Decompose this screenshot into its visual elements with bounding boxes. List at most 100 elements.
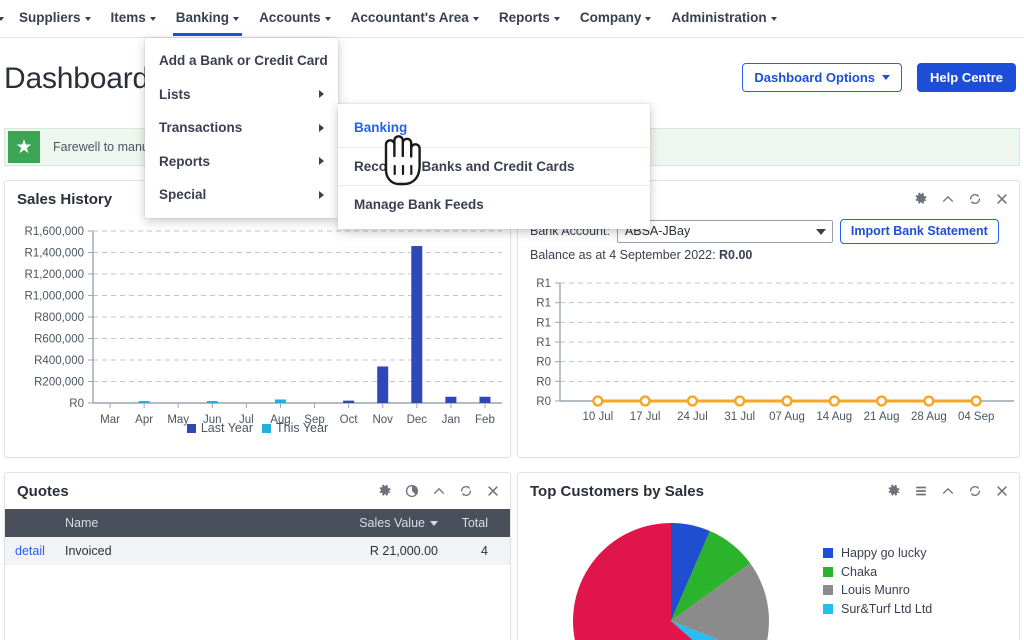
chevron-right-icon <box>319 157 324 166</box>
menu-item-accountants-area[interactable]: Accountant's Area <box>342 2 488 35</box>
widget-actions <box>914 181 1009 217</box>
menu-item-company[interactable]: Company <box>571 2 661 35</box>
legend-item: Happy go lucky <box>823 547 932 560</box>
menu-label: Transactions <box>159 120 243 136</box>
star-icon: ★ <box>8 131 40 163</box>
refresh-icon[interactable] <box>968 484 982 498</box>
menu-item-label: Reports <box>498 10 550 26</box>
chevron-up-icon[interactable] <box>432 484 446 498</box>
refresh-icon[interactable] <box>968 192 982 206</box>
gear-icon[interactable] <box>887 484 901 498</box>
submenu-manage-bank-feeds[interactable]: Manage Bank Feeds <box>338 187 650 223</box>
svg-text:R1,400,000: R1,400,000 <box>25 248 84 260</box>
close-icon[interactable] <box>995 484 1009 498</box>
cell-detail: detail <box>5 537 57 565</box>
svg-text:R1,600,000: R1,600,000 <box>25 226 84 238</box>
legend-item-this-year: This Year <box>262 421 328 435</box>
chevron-up-icon[interactable] <box>941 484 955 498</box>
close-icon[interactable] <box>486 484 500 498</box>
transactions-submenu: Banking Reconcile Banks and Credit Cards… <box>338 104 650 229</box>
chevron-down-icon <box>0 17 4 21</box>
legend-label: Sur&Turf Ltd Ltd <box>841 601 933 616</box>
gear-icon[interactable] <box>378 484 392 498</box>
svg-text:10 Jul: 10 Jul <box>582 411 613 423</box>
gear-icon[interactable] <box>914 192 928 206</box>
menu-item-truncated[interactable] <box>0 7 8 30</box>
col-sales-value[interactable]: Sales Value <box>296 509 446 537</box>
svg-text:R1: R1 <box>536 278 551 290</box>
legend-swatch <box>262 423 271 433</box>
menu-item-banking[interactable]: Banking <box>167 2 248 36</box>
menu-item-reports[interactable]: Reports <box>490 2 569 35</box>
menu-item-administration[interactable]: Administration <box>662 2 785 35</box>
svg-text:R0: R0 <box>536 376 551 388</box>
chevron-right-icon <box>319 190 324 199</box>
menu-item-label: Company <box>579 10 642 26</box>
cell-name: Invoiced <box>57 537 296 565</box>
svg-text:R0: R0 <box>536 357 551 369</box>
legend-swatch <box>823 548 833 559</box>
menu-special[interactable]: Special <box>145 178 338 212</box>
chevron-down-icon <box>149 17 156 21</box>
menu-label: Special <box>159 187 207 203</box>
legend-swatch <box>823 566 833 577</box>
col-sales-value-label: Sales Value <box>359 516 425 530</box>
import-bank-statement-button[interactable]: Import Bank Statement <box>839 218 999 244</box>
svg-text:R0: R0 <box>69 398 84 410</box>
chevron-down-icon <box>645 17 652 21</box>
chevron-down-icon <box>472 17 479 21</box>
menu-item-suppliers[interactable]: Suppliers <box>10 2 100 35</box>
menu-item-label: Accountant's Area <box>350 10 469 26</box>
chevron-right-icon <box>319 123 324 132</box>
dashboard-options-label: Dashboard Options <box>754 70 875 85</box>
svg-text:R400,000: R400,000 <box>34 355 84 367</box>
table-row[interactable]: detail Invoiced R 21,000.00 4 <box>5 537 510 565</box>
chevron-up-icon[interactable] <box>941 192 955 206</box>
chevron-down-icon <box>233 17 240 21</box>
legend-item: Louis Munro <box>823 584 932 597</box>
detail-link[interactable]: detail <box>15 544 45 558</box>
menu-item-label: Items <box>110 10 146 26</box>
chevron-right-icon <box>319 90 324 99</box>
svg-text:24 Jul: 24 Jul <box>677 411 708 423</box>
list-icon[interactable] <box>914 484 928 498</box>
svg-text:28 Aug: 28 Aug <box>911 411 947 423</box>
chevron-down-icon <box>84 17 91 21</box>
widget-title: Quotes <box>17 482 69 500</box>
import-button-label: Import Bank Statement <box>850 224 988 238</box>
menu-reports[interactable]: Reports <box>145 145 338 179</box>
page-title: Dashboard <box>4 62 149 95</box>
menu-lists[interactable]: Lists <box>145 78 338 112</box>
menu-item-accounts[interactable]: Accounts <box>250 2 340 35</box>
widget-title: Top Customers by Sales <box>530 482 704 500</box>
legend-item: Chaka <box>823 565 932 579</box>
menu-label: Add a Bank or Credit Card <box>159 53 328 68</box>
submenu-banking[interactable]: Banking <box>338 110 650 146</box>
menu-divider <box>338 185 650 187</box>
widget-header: Quotes <box>5 473 510 509</box>
menu-add-bank-or-credit-card[interactable]: Add a Bank or Credit Card <box>145 44 338 78</box>
svg-text:31 Jul: 31 Jul <box>724 411 755 423</box>
menu-item-label: Banking <box>175 10 230 26</box>
dashboard-options-button[interactable]: Dashboard Options <box>742 63 902 92</box>
submenu-label: Banking <box>354 120 408 135</box>
menu-transactions[interactable]: Transactions <box>145 111 338 145</box>
close-icon[interactable] <box>995 192 1009 206</box>
col-name: Name <box>57 509 296 537</box>
svg-text:R200,000: R200,000 <box>34 377 84 389</box>
pie-chart-icon[interactable] <box>405 484 419 498</box>
svg-text:R1: R1 <box>536 317 551 329</box>
cell-total: 4 <box>446 537 510 565</box>
submenu-reconcile-banks-and-credit-cards[interactable]: Reconcile Banks and Credit Cards <box>338 149 650 185</box>
svg-text:14 Aug: 14 Aug <box>816 411 852 423</box>
menu-item-label: Administration <box>671 10 767 26</box>
bank-balance-label: Balance as at 4 September 2022: <box>530 248 716 262</box>
menu-item-items[interactable]: Items <box>102 2 165 35</box>
help-centre-button[interactable]: Help Centre <box>917 63 1016 92</box>
main-menu-bar: Suppliers Items Banking Accounts Account… <box>0 0 1024 38</box>
refresh-icon[interactable] <box>459 484 473 498</box>
col-total: Total <box>446 509 510 537</box>
chevron-down-icon <box>882 75 890 80</box>
chevron-down-icon <box>324 17 331 21</box>
legend-label: This Year <box>276 421 329 435</box>
